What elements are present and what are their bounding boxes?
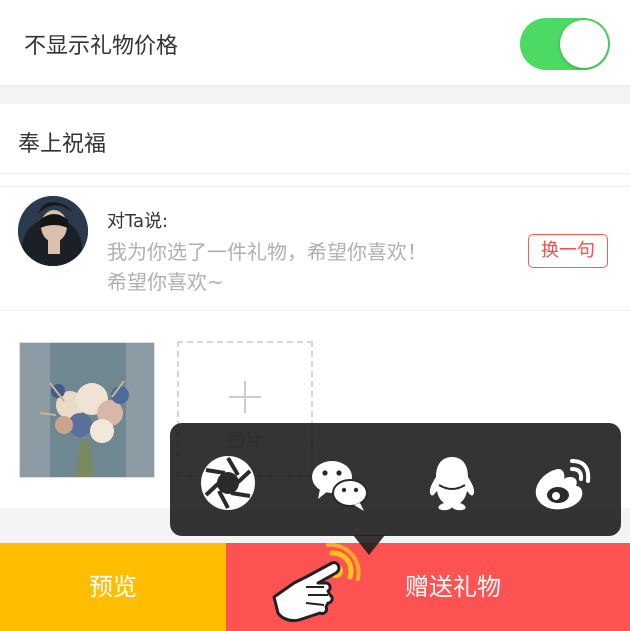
section-divider [0, 86, 630, 104]
hide-price-label: 不显示礼物价格 [24, 34, 179, 59]
bouquet-photo[interactable] [19, 342, 155, 478]
toggle-knob [560, 20, 608, 68]
message-line-2: 希望你喜欢~ [107, 270, 224, 294]
weibo-icon[interactable] [532, 453, 592, 513]
hide-price-row: 不显示礼物价格 [0, 0, 630, 86]
to-ta-label: 对Ta说: [107, 211, 169, 232]
message-line-1: 我为你选了一件礼物，希望你喜欢！ [107, 240, 427, 264]
blessing-section-title: 奉上祝福 [18, 132, 107, 157]
qq-icon[interactable] [422, 453, 482, 513]
blessing-message-card: 对Ta说: 我为你选了一件礼物，希望你喜欢！ 希望你喜欢~ 换一句 [0, 186, 630, 311]
plus-icon [229, 381, 261, 413]
pointing-hand-icon [266, 542, 362, 625]
share-popover [170, 423, 621, 536]
moments-icon[interactable] [198, 453, 258, 513]
blessing-message-text[interactable]: 我为你选了一件礼物，希望你喜欢！ 希望你喜欢~ [107, 237, 507, 297]
preview-button[interactable]: 预览 [0, 543, 226, 631]
avatar [18, 196, 88, 266]
wechat-icon[interactable] [310, 453, 370, 513]
hide-price-toggle[interactable] [520, 18, 610, 70]
swap-message-button[interactable]: 换一句 [528, 234, 608, 268]
blessing-section-header: 奉上祝福 [0, 104, 630, 174]
